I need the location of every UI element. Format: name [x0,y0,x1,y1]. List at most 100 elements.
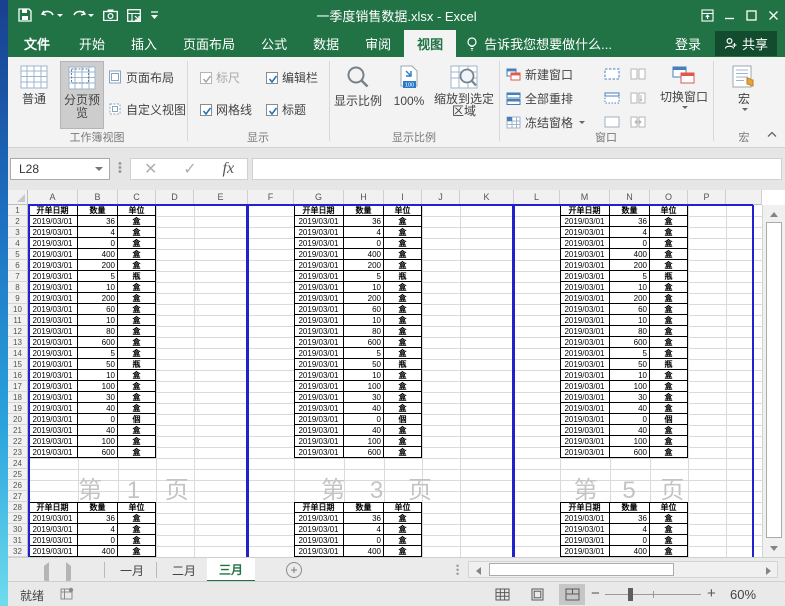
row-header-19[interactable]: 19 [8,403,28,414]
insert-function-icon[interactable]: fx [223,160,235,178]
normal-view-status-icon[interactable] [489,584,515,605]
row-header-11[interactable]: 11 [8,315,28,326]
column-header-C[interactable]: C [118,190,156,205]
row-header-15[interactable]: 15 [8,359,28,370]
row-header-4[interactable]: 4 [8,238,28,249]
page-layout-view-button[interactable]: 页面布局 [108,67,174,87]
row-header-30[interactable]: 30 [8,524,28,535]
page-break-preview-button[interactable]: 分页预览 [60,61,104,129]
row-header-24[interactable]: 24 [8,458,28,469]
ruler-checkbox[interactable]: 标尺 [200,69,240,86]
zoom-100-button[interactable]: 100 100% [388,61,430,129]
column-header-D[interactable]: D [156,190,194,205]
column-header-K[interactable]: K [460,190,514,205]
new-sheet-icon[interactable]: + [286,562,302,578]
name-box[interactable]: L28 [10,158,110,180]
tab-file[interactable]: 文件 [8,30,66,57]
column-header-L[interactable]: L [514,190,560,205]
row-header-27[interactable]: 27 [8,491,28,502]
ribbon-display-options-icon[interactable] [699,7,715,23]
column-header-M[interactable]: M [560,190,610,205]
column-header-F[interactable]: F [248,190,294,205]
zoom-to-selection-button[interactable]: 缩放到选定区域 [434,61,494,129]
formula-input[interactable] [252,158,782,180]
undo-icon[interactable] [41,9,63,21]
row-header-12[interactable]: 12 [8,326,28,337]
tab-data[interactable]: 数据 [300,30,352,57]
cancel-entry-icon[interactable]: ✕ [144,159,157,179]
close-icon[interactable] [765,7,781,23]
tab-insert[interactable]: 插入 [118,30,170,57]
row-header-7[interactable]: 7 [8,271,28,282]
page-break-preview-status-icon[interactable] [559,584,585,605]
vertical-scrollbar[interactable] [762,205,785,557]
column-header-P[interactable]: P [688,190,726,205]
column-header-H[interactable]: H [344,190,384,205]
tell-me-box[interactable]: 告诉我您想要做什么... [456,30,622,57]
horizontal-scrollbar[interactable] [468,561,778,578]
row-header-14[interactable]: 14 [8,348,28,359]
row-header-3[interactable]: 3 [8,227,28,238]
macros-button[interactable]: 宏 [722,61,766,129]
tab-scroll-left-icon[interactable] [44,562,49,584]
scroll-up-icon[interactable] [766,207,782,221]
scroll-left-icon[interactable] [471,565,485,576]
save-icon[interactable] [18,8,32,22]
zoom-slider-thumb[interactable] [628,588,633,601]
split-button[interactable] [604,64,620,84]
customize-qat-icon[interactable] [150,10,159,20]
confirm-entry-icon[interactable]: ✓ [183,159,196,179]
row-header-31[interactable]: 31 [8,535,28,546]
camera-icon[interactable] [103,9,118,21]
row-header-29[interactable]: 29 [8,513,28,524]
row-header-10[interactable]: 10 [8,304,28,315]
row-header-8[interactable]: 8 [8,282,28,293]
formula-bar-handle[interactable]: • • • [118,159,122,178]
hide-button[interactable] [604,88,620,108]
column-header-B[interactable]: B [78,190,118,205]
column-header-N[interactable]: N [610,190,650,205]
tab-view[interactable]: 视图 [404,30,457,57]
row-header-18[interactable]: 18 [8,392,28,403]
arrange-all-button[interactable]: 全部重排 [506,88,573,108]
row-header-17[interactable]: 17 [8,381,28,392]
tab-formulas[interactable]: 公式 [248,30,300,57]
scroll-right-icon[interactable] [761,565,775,576]
tab-home[interactable]: 开始 [66,30,118,57]
sheet-tab-january[interactable]: 一月 [108,558,156,582]
tab-scroll-right-icon[interactable] [66,562,71,584]
macro-record-icon[interactable] [60,587,74,603]
new-window-button[interactable]: 新建窗口 [506,64,573,84]
switch-windows-button[interactable]: 切换窗口 [658,61,710,129]
row-header-9[interactable]: 9 [8,293,28,304]
sheet-tab-february[interactable]: 二月 [160,558,208,582]
row-header-1[interactable]: 1 [8,205,28,216]
normal-view-button[interactable]: 普通 [12,61,56,129]
row-header-2[interactable]: 2 [8,216,28,227]
worksheet-grid[interactable]: A B C D E F G H I J K L M N O P 1 2 3 4 5 6 7 8 9 10 11 12 13 14 15 16 1… [8,190,785,557]
row-header-6[interactable]: 6 [8,260,28,271]
synchronous-scrolling-button[interactable] [630,88,646,108]
collapse-ribbon-icon[interactable] [767,127,777,141]
zoom-in-icon[interactable]: + [707,585,716,602]
gridlines-checkbox[interactable]: 网格线 [200,101,252,118]
row-header-5[interactable]: 5 [8,249,28,260]
select-all-corner[interactable] [8,190,28,205]
row-header-32[interactable]: 32 [8,546,28,557]
column-header-G[interactable]: G [294,190,344,205]
formula-bar-checkbox[interactable]: 编辑栏 [266,69,318,86]
maximize-icon[interactable] [743,7,759,23]
tab-review[interactable]: 审阅 [352,30,404,57]
row-header-22[interactable]: 22 [8,436,28,447]
row-header-16[interactable]: 16 [8,370,28,381]
share-button[interactable]: 共享 [714,31,777,56]
column-header-A[interactable]: A [28,190,78,205]
custom-views-button[interactable]: 自定义视图 [108,99,186,119]
row-header-20[interactable]: 20 [8,414,28,425]
column-header-E[interactable]: E [194,190,248,205]
scrollbar-resize-handle[interactable]: • • • [456,562,459,579]
column-header-I[interactable]: I [384,190,422,205]
zoom-level[interactable]: 60% [730,587,756,602]
row-header-26[interactable]: 26 [8,480,28,491]
column-header-O[interactable]: O [650,190,688,205]
